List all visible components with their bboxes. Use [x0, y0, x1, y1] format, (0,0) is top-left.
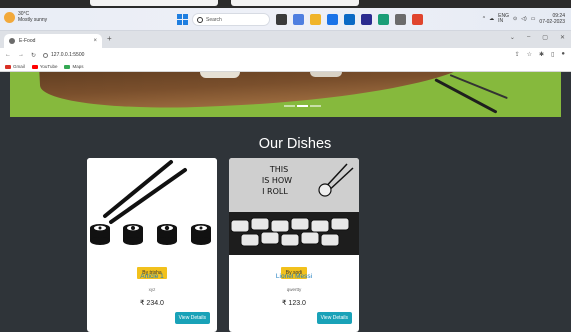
- image-caption-line-3: I ROLL: [262, 187, 288, 196]
- forward-icon[interactable]: →: [18, 52, 24, 58]
- chevron-up-icon[interactable]: ^: [483, 16, 485, 22]
- previous-content-sliver: [0, 0, 571, 8]
- taskbar-clock[interactable]: 09:24 07-02-2023: [539, 13, 565, 25]
- taskbar-apps: [276, 14, 423, 25]
- back-icon[interactable]: ←: [5, 52, 11, 58]
- dish-image: THIS IS HOW I ROLL: [229, 158, 359, 255]
- tab-title: E-Food: [19, 38, 36, 44]
- bookmark-label: YouTube: [39, 64, 58, 69]
- browser-tab[interactable]: E-Food ×: [4, 34, 102, 48]
- cloud-icon[interactable]: ☁: [489, 16, 494, 22]
- close-window-icon[interactable]: ✕: [560, 34, 565, 41]
- app-icon-2[interactable]: [344, 14, 355, 25]
- dish-name[interactable]: Article 1: [87, 273, 217, 280]
- windows-start-icon[interactable]: [177, 14, 188, 25]
- section-title: Our Dishes: [258, 136, 332, 152]
- url-text: 127.0.0.1:5500: [51, 52, 85, 58]
- dish-price: ₹ 234.0: [140, 300, 164, 307]
- bookmark-label: Maps: [72, 64, 84, 69]
- app-icon-4[interactable]: [378, 14, 389, 25]
- taskbar-search-label: Search: [206, 16, 222, 23]
- chopstick-image: [434, 78, 498, 114]
- dish-card: By trisha Article 1 xyz ₹ 234.0 View Det…: [87, 158, 217, 332]
- task-view-icon[interactable]: [276, 14, 287, 25]
- dish-description: qwertty: [286, 287, 302, 292]
- dish-card: THIS IS HOW I ROLL By sodi Lionel Messi …: [229, 158, 359, 332]
- search-icon: [197, 16, 203, 23]
- dish-price: ₹ 123.0: [282, 300, 306, 307]
- weather-desc: Mostly sunny: [18, 17, 48, 23]
- tab-close-icon[interactable]: ×: [93, 38, 97, 44]
- browser-tab-strip: E-Food × + ⌄ – ▢ ✕: [0, 31, 571, 48]
- taskbar-search[interactable]: Search: [192, 13, 270, 26]
- new-tab-button[interactable]: +: [107, 34, 112, 43]
- address-bar-actions: ⇪ ☆ ✱ ▯ ●: [515, 51, 565, 58]
- volume-icon[interactable]: ◁): [521, 16, 527, 22]
- dish-description: xyz: [148, 287, 156, 292]
- url-field[interactable]: 127.0.0.1:5500: [43, 52, 84, 58]
- share-icon[interactable]: ⇪: [515, 51, 520, 58]
- clock-date: 07-02-2023: [539, 19, 565, 25]
- chopstick-image: [449, 74, 508, 100]
- minimize-icon[interactable]: –: [527, 34, 530, 41]
- widgets-icon[interactable]: [293, 14, 304, 25]
- extensions-icon[interactable]: ✱: [539, 51, 544, 58]
- previous-card-1: [90, 0, 218, 6]
- carousel-indicator[interactable]: [284, 105, 295, 107]
- sidebar-icon[interactable]: ▯: [551, 51, 554, 58]
- app-icon-3[interactable]: [361, 14, 372, 25]
- file-explorer-icon[interactable]: [310, 14, 321, 25]
- image-caption-line-2: IS HOW: [262, 176, 292, 185]
- sushi-piece-image: [200, 72, 240, 78]
- sushi-piece-image: [310, 72, 342, 77]
- sun-icon: [4, 11, 15, 23]
- weather-text: 30°C Mostly sunny: [18, 11, 47, 23]
- carousel-indicators: [284, 105, 321, 107]
- image-caption-line-1: THIS: [269, 165, 288, 174]
- chrome-icon[interactable]: [412, 14, 423, 25]
- favicon-icon: [9, 38, 15, 44]
- bookmark-star-icon[interactable]: ☆: [527, 51, 532, 58]
- dish-name[interactable]: Lionel Messi: [229, 273, 359, 280]
- bookmark-youtube[interactable]: YouTube: [31, 64, 58, 69]
- carousel-indicator[interactable]: [310, 105, 321, 107]
- sushi-chopsticks-illustration: [90, 160, 211, 245]
- carousel-indicator-active[interactable]: [297, 105, 308, 107]
- bookmark-maps[interactable]: Maps: [64, 64, 83, 69]
- app-icon-1[interactable]: [327, 14, 338, 25]
- address-bar-row: ← → ↻ 127.0.0.1:5500 ⇪ ☆ ✱ ▯ ●: [0, 48, 571, 62]
- site-info-icon[interactable]: [43, 52, 49, 58]
- system-tray: ^ ☁ ENG IN ⊙ ◁) ▭ 09:24 07-02-2023: [483, 13, 565, 25]
- view-details-button[interactable]: View Details: [316, 312, 352, 324]
- this-is-how-i-roll-illustration: THIS IS HOW I ROLL: [229, 158, 359, 255]
- bookmark-gmail[interactable]: Gmail: [5, 64, 25, 69]
- youtube-icon: [31, 64, 38, 69]
- weather-widget[interactable]: 30°C Mostly sunny: [4, 11, 47, 23]
- bookmarks-bar: Gmail YouTube Maps: [0, 62, 571, 72]
- wooden-board-image: [38, 72, 482, 116]
- dish-image: [87, 158, 217, 255]
- maximize-icon[interactable]: ▢: [542, 34, 548, 41]
- gmail-icon: [5, 64, 11, 69]
- battery-icon[interactable]: ▭: [531, 16, 536, 22]
- previous-card-2: [231, 0, 359, 6]
- wifi-icon[interactable]: ⊙: [513, 16, 517, 22]
- app-icon-5[interactable]: [395, 14, 406, 25]
- language-indicator[interactable]: ENG IN: [498, 14, 509, 24]
- window-controls: ⌄ – ▢ ✕: [510, 34, 565, 41]
- maps-icon: [64, 64, 71, 69]
- tab-search-icon[interactable]: ⌄: [510, 34, 515, 41]
- reload-icon[interactable]: ↻: [31, 52, 36, 59]
- windows-taskbar: 30°C Mostly sunny Search ^ ☁ ENG IN ⊙ ◁)…: [0, 8, 571, 31]
- view-details-button[interactable]: View Details: [174, 312, 210, 324]
- hero-carousel: [10, 72, 561, 117]
- bookmark-label: Gmail: [13, 64, 25, 69]
- profile-icon[interactable]: ●: [561, 51, 565, 58]
